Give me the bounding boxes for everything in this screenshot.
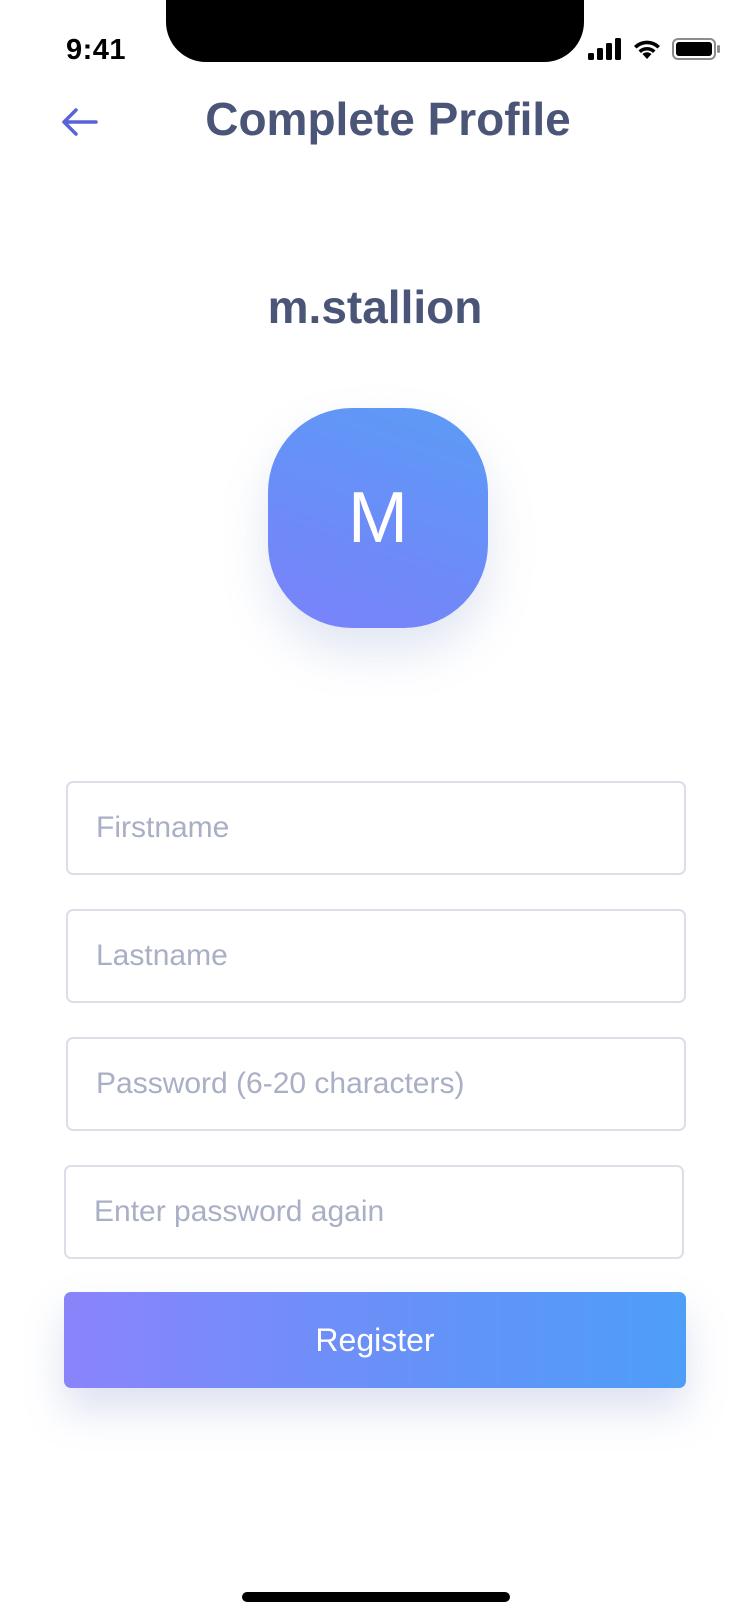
device-notch: [166, 0, 584, 62]
avatar[interactable]: M: [268, 408, 488, 628]
password-field-container: [66, 1037, 686, 1131]
avatar-initial: M: [348, 478, 408, 558]
status-icons: [588, 38, 720, 60]
firstname-input[interactable]: [68, 783, 684, 873]
lastname-field-container: [66, 909, 686, 1003]
lastname-input[interactable]: [68, 911, 684, 1001]
password-confirm-field-container: [64, 1165, 684, 1259]
password-confirm-input[interactable]: [66, 1167, 682, 1257]
wifi-icon: [632, 38, 662, 60]
username: m.stallion: [267, 281, 483, 333]
password-input[interactable]: [68, 1039, 684, 1129]
home-indicator[interactable]: [242, 1592, 510, 1602]
register-button[interactable]: Register: [64, 1292, 686, 1388]
firstname-field-container: [66, 781, 686, 875]
complete-profile-screen: 9:41 Complete Profile m.stallion M First…: [0, 0, 750, 1624]
page-title: Complete Profile: [205, 93, 571, 145]
status-time: 9:41: [66, 34, 127, 66]
battery-icon: [672, 38, 720, 60]
cellular-signal-icon: [588, 38, 622, 60]
